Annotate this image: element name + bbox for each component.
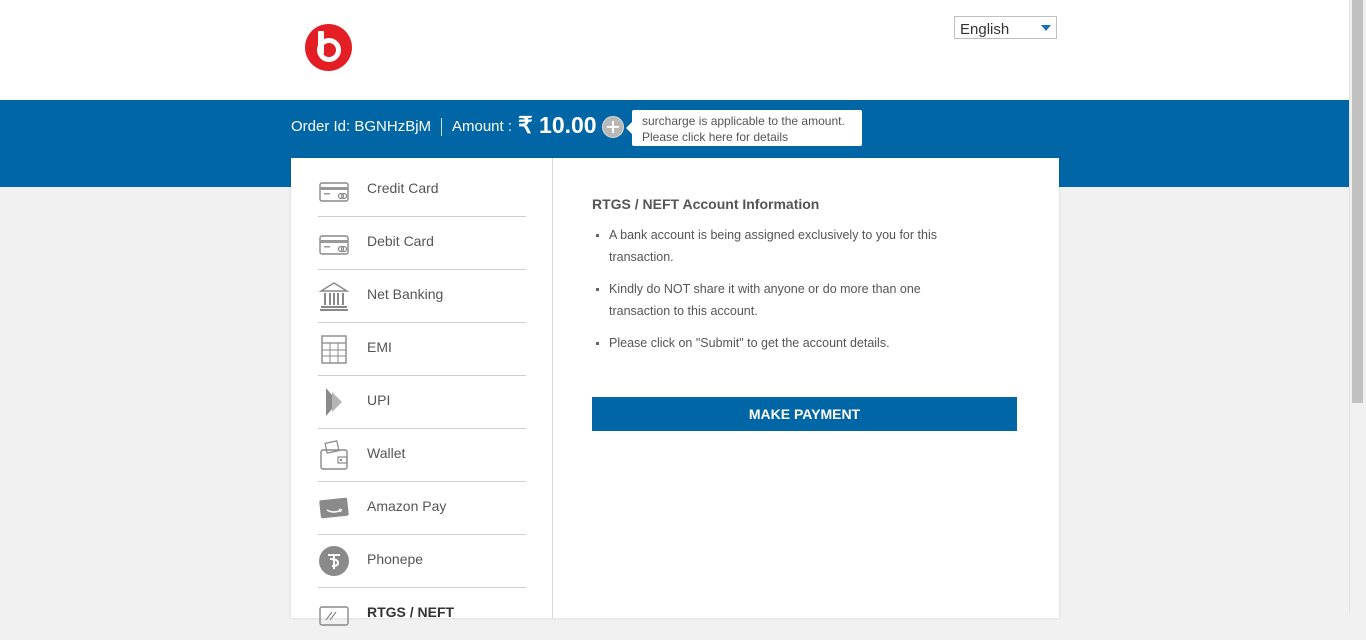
amount-label: Amount :: [452, 118, 513, 135]
order-id: Order Id: BGNHzBjM: [291, 118, 432, 135]
sidebar-item-label: EMI: [367, 339, 392, 355]
sidebar-item-wallet[interactable]: Wallet: [318, 429, 526, 482]
wallet-icon: [320, 440, 348, 470]
sidebar-item-label: Wallet: [367, 445, 406, 461]
surcharge-tooltip[interactable]: surcharge is applicable to the amount. P…: [626, 110, 862, 146]
list-item: Kindly do NOT share it with anyone or do…: [592, 278, 952, 322]
credit-card-icon: [319, 182, 349, 202]
info-list: A bank account is being assigned exclusi…: [592, 224, 952, 364]
list-item: A bank account is being assigned exclusi…: [592, 224, 952, 268]
divider: [441, 118, 442, 136]
payment-methods-sidebar: Credit Card Debit Card Net Banking EMI U…: [291, 158, 553, 626]
sidebar-item-label: Amazon Pay: [367, 498, 447, 514]
phonepe-icon: [319, 546, 349, 576]
sidebar-item-upi[interactable]: UPI: [318, 376, 526, 429]
sidebar-item-rtgs-neft[interactable]: RTGS / NEFT: [318, 588, 526, 640]
sidebar-item-label: Debit Card: [367, 233, 434, 249]
language-select[interactable]: English: [954, 16, 1057, 39]
upi-icon: [326, 388, 342, 416]
sidebar-item-net-banking[interactable]: Net Banking: [318, 270, 526, 323]
sidebar-item-credit-card[interactable]: Credit Card: [318, 164, 526, 217]
sidebar-item-debit-card[interactable]: Debit Card: [318, 217, 526, 270]
page-title: RTGS / NEFT Account Information: [592, 196, 820, 212]
payment-panel: Credit Card Debit Card Net Banking EMI U…: [291, 158, 1059, 626]
vertical-scrollbar[interactable]: [1349, 0, 1366, 613]
sidebar-item-label: Net Banking: [367, 286, 444, 302]
sidebar-item-label: Phonepe: [367, 551, 424, 567]
amount-value: ₹ 10.00: [518, 112, 597, 138]
beats-logo[interactable]: [305, 24, 352, 71]
sidebar-item-label: Credit Card: [367, 180, 439, 196]
tooltip-line-2: Please click here for details: [642, 130, 789, 144]
sidebar-item-emi[interactable]: EMI: [318, 323, 526, 376]
bank-icon: [318, 282, 350, 311]
chevron-down-icon: [1041, 25, 1051, 31]
sidebar-item-label: RTGS / NEFT: [367, 604, 455, 620]
tooltip-line-1: surcharge is applicable to the amount.: [642, 114, 845, 128]
top-header: English: [0, 0, 1349, 100]
surcharge-details-button[interactable]: [602, 116, 624, 138]
sidebar-item-amazon-pay[interactable]: Amazon Pay: [318, 482, 526, 535]
sidebar-item-label: UPI: [367, 392, 391, 408]
scrollbar-thumb[interactable]: [1352, 0, 1363, 403]
calculator-icon: [321, 335, 347, 364]
language-select-value: English: [960, 21, 1010, 38]
amazon-pay-icon: [319, 497, 349, 519]
debit-card-icon: [319, 235, 349, 255]
sidebar-item-phonepe[interactable]: Phonepe: [318, 535, 526, 588]
make-payment-button[interactable]: MAKE PAYMENT: [592, 397, 1017, 431]
list-item: Please click on "Submit" to get the acco…: [592, 332, 952, 354]
rtgs-neft-icon: [319, 606, 349, 626]
